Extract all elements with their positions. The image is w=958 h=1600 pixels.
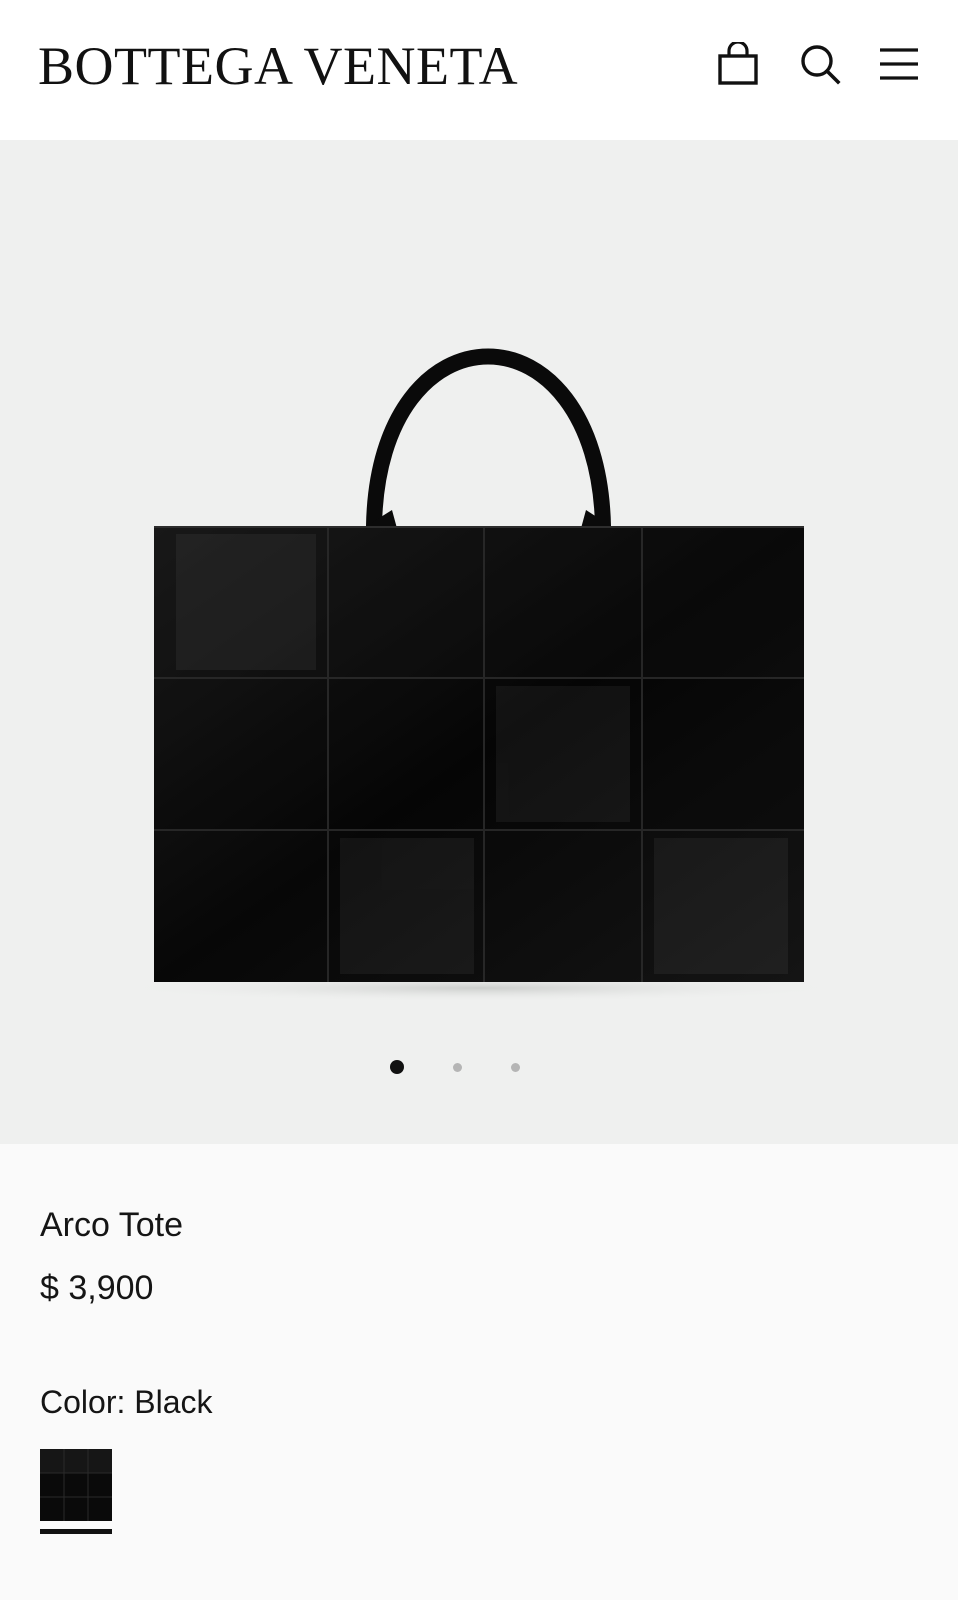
menu-icon[interactable]	[875, 40, 923, 88]
search-icon[interactable]	[796, 40, 844, 88]
swatch-thumbnail	[40, 1449, 112, 1521]
product-name: Arco Tote	[40, 1206, 184, 1244]
color-swatch-black[interactable]	[40, 1449, 112, 1521]
carousel-dot-2[interactable]	[453, 1063, 462, 1072]
carousel-dot-1[interactable]	[390, 1060, 404, 1074]
color-label: Color:	[40, 1384, 126, 1420]
shopping-bag-icon[interactable]	[714, 40, 762, 88]
site-header: BOTTEGA VENETA	[0, 0, 958, 140]
product-image	[110, 348, 850, 1002]
carousel-indicators	[0, 1058, 958, 1078]
color-line: Color: Black	[40, 1382, 213, 1422]
color-value: Black	[134, 1384, 213, 1420]
product-price: $ 3,900	[40, 1269, 154, 1307]
brand-logo[interactable]: BOTTEGA VENETA	[38, 36, 518, 96]
carousel-dot-3[interactable]	[511, 1063, 520, 1072]
product-info: Arco Tote $ 3,900 Color: Black	[0, 1144, 958, 1600]
product-gallery[interactable]	[0, 140, 958, 1144]
swatch-selected-indicator	[40, 1529, 112, 1534]
